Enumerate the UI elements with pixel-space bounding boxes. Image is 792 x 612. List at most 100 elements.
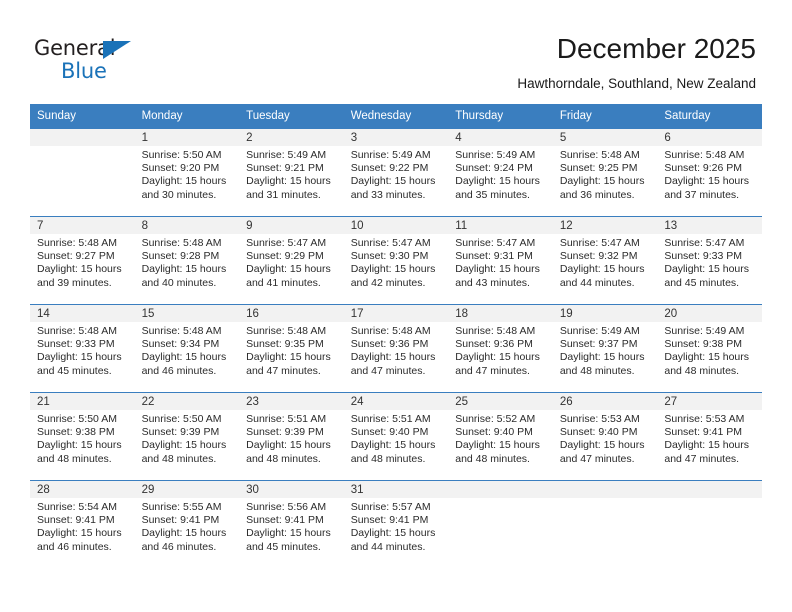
- day-sun-info: Sunrise: 5:47 AM Sunset: 9:31 PM Daylight:…: [455, 234, 547, 290]
- day-cell-body: 20 Sunrise: 5:49 AM Sunset: 9:38 PM Dayligh…: [657, 304, 762, 392]
- generalblue-logo[interactable]: General Blue: [34, 36, 174, 86]
- day-cell-body: 1 Sunrise: 5:50 AM Sunset: 9:20 PM Daylight…: [134, 128, 240, 216]
- day-info-line: Sunrise: 5:48 AM: [350, 325, 431, 337]
- calendar-day-cell[interactable]: 1 Sunrise: 5:50 AM Sunset: 9:20 PM Daylight…: [134, 128, 240, 216]
- day-info-line: and 45 minutes.: [246, 540, 321, 553]
- day-info-line: and 37 minutes.: [664, 188, 740, 201]
- day-info-line: Sunrise: 5:47 AM: [559, 237, 640, 249]
- day-info-line: Sunset: 9:21 PM: [246, 162, 324, 175]
- calendar-day-cell[interactable]: 21 Sunrise: 5:50 AM Sunset: 9:38 PM Dayligh…: [30, 392, 135, 480]
- calendar-day-cell[interactable]: 11 Sunrise: 5:47 AM Sunset: 9:31 PM Dayligh…: [448, 216, 553, 304]
- day-info-line: Daylight: 15 hours: [455, 175, 540, 188]
- day-sun-info: Sunrise: 5:48 AM Sunset: 9:28 PM Daylight:…: [142, 234, 234, 290]
- day-cell-body: 16 Sunrise: 5:48 AM Sunset: 9:35 PM Dayligh…: [239, 304, 344, 392]
- calendar-day-cell[interactable]: 12 Sunrise: 5:47 AM Sunset: 9:32 PM Dayligh…: [552, 216, 658, 304]
- day-info-line: Daylight: 15 hours: [37, 527, 122, 540]
- day-sun-info: [560, 498, 652, 501]
- day-number: 11: [448, 217, 553, 234]
- calendar-week-row: 28 Sunrise: 5:54 AM Sunset: 9:41 PM Dayligh…: [30, 480, 762, 568]
- day-number: 3: [343, 129, 449, 146]
- day-cell-body: 12 Sunrise: 5:47 AM Sunset: 9:32 PM Dayligh…: [552, 216, 658, 304]
- day-cell-content: 22 Sunrise: 5:50 AM Sunset: 9:39 PM Dayligh…: [134, 393, 240, 466]
- day-info-line: Sunset: 9:26 PM: [664, 162, 743, 175]
- day-cell-body: 3 Sunrise: 5:49 AM Sunset: 9:22 PM Daylight…: [343, 128, 449, 216]
- day-number: 13: [657, 217, 762, 234]
- calendar-day-cell[interactable]: 22 Sunrise: 5:50 AM Sunset: 9:39 PM Dayligh…: [134, 392, 240, 480]
- day-cell-content: 3 Sunrise: 5:49 AM Sunset: 9:22 PM Daylight…: [343, 129, 449, 202]
- day-sun-info: Sunrise: 5:50 AM Sunset: 9:38 PM Daylight:…: [37, 410, 129, 466]
- day-info-line: Sunset: 9:24 PM: [455, 162, 533, 175]
- day-info-line: Sunrise: 5:48 AM: [141, 237, 222, 249]
- logo-text-blue: Blue: [61, 59, 107, 83]
- day-cell-body: 7 Sunrise: 5:48 AM Sunset: 9:27 PM Daylight…: [30, 216, 135, 304]
- day-info-line: Sunset: 9:41 PM: [141, 514, 220, 527]
- calendar-day-cell[interactable]: 10 Sunrise: 5:47 AM Sunset: 9:30 PM Dayligh…: [343, 216, 449, 304]
- calendar-day-cell[interactable]: 26 Sunrise: 5:53 AM Sunset: 9:40 PM Dayligh…: [552, 392, 658, 480]
- calendar-day-cell[interactable]: 3 Sunrise: 5:49 AM Sunset: 9:22 PM Daylight…: [343, 128, 449, 216]
- day-cell-body: 5 Sunrise: 5:48 AM Sunset: 9:25 PM Daylight…: [552, 128, 658, 216]
- day-cell-content: 7 Sunrise: 5:48 AM Sunset: 9:27 PM Daylight…: [30, 217, 135, 290]
- day-info-line: Sunset: 9:39 PM: [246, 426, 324, 439]
- day-info-line: and 47 minutes.: [559, 452, 635, 465]
- calendar-day-cell[interactable]: 8 Sunrise: 5:48 AM Sunset: 9:28 PM Daylight…: [134, 216, 240, 304]
- calendar-day-cell[interactable]: 5 Sunrise: 5:48 AM Sunset: 9:25 PM Daylight…: [552, 128, 658, 216]
- day-info-line: and 47 minutes.: [455, 364, 530, 377]
- day-sun-info: Sunrise: 5:47 AM Sunset: 9:29 PM Daylight:…: [246, 234, 338, 290]
- logo-triangle-icon: [103, 41, 131, 59]
- day-info-line: Sunrise: 5:49 AM: [246, 149, 327, 161]
- calendar-day-cell[interactable]: 14 Sunrise: 5:48 AM Sunset: 9:33 PM Dayligh…: [30, 304, 135, 392]
- day-sun-info: Sunrise: 5:49 AM Sunset: 9:24 PM Daylight:…: [455, 146, 547, 202]
- day-info-line: Sunset: 9:38 PM: [664, 338, 743, 351]
- day-info-line: and 45 minutes.: [664, 276, 740, 289]
- calendar-day-cell[interactable]: 19 Sunrise: 5:49 AM Sunset: 9:37 PM Dayligh…: [552, 304, 658, 392]
- day-cell-content: 15 Sunrise: 5:48 AM Sunset: 9:34 PM Dayligh…: [134, 305, 240, 378]
- calendar-day-cell[interactable]: 13 Sunrise: 5:47 AM Sunset: 9:33 PM Dayligh…: [657, 216, 762, 304]
- day-cell-content: 6 Sunrise: 5:48 AM Sunset: 9:26 PM Daylight…: [657, 129, 762, 202]
- calendar-day-cell[interactable]: 30 Sunrise: 5:56 AM Sunset: 9:41 PM Dayligh…: [239, 480, 344, 568]
- day-cell-content: 13 Sunrise: 5:47 AM Sunset: 9:33 PM Dayligh…: [657, 217, 762, 290]
- calendar-day-cell[interactable]: 20 Sunrise: 5:49 AM Sunset: 9:38 PM Dayligh…: [657, 304, 762, 392]
- day-info-line: Daylight: 15 hours: [350, 351, 436, 364]
- calendar-day-cell[interactable]: 6 Sunrise: 5:48 AM Sunset: 9:26 PM Daylight…: [657, 128, 762, 216]
- day-cell-content: 1 Sunrise: 5:50 AM Sunset: 9:20 PM Daylight…: [134, 129, 240, 202]
- day-sun-info: Sunrise: 5:51 AM Sunset: 9:39 PM Daylight:…: [246, 410, 338, 466]
- calendar-day-cell[interactable]: 17 Sunrise: 5:48 AM Sunset: 9:36 PM Dayligh…: [343, 304, 449, 392]
- day-number: 10: [343, 217, 449, 234]
- day-sun-info: [455, 498, 547, 501]
- calendar-day-cell[interactable]: 4 Sunrise: 5:49 AM Sunset: 9:24 PM Daylight…: [448, 128, 553, 216]
- calendar-day-cell[interactable]: 23 Sunrise: 5:51 AM Sunset: 9:39 PM Dayligh…: [239, 392, 344, 480]
- calendar-day-cell[interactable]: 27 Sunrise: 5:53 AM Sunset: 9:41 PM Dayligh…: [657, 392, 762, 480]
- day-cell-content: 9 Sunrise: 5:47 AM Sunset: 9:29 PM Daylight…: [239, 217, 344, 290]
- day-sun-info: Sunrise: 5:57 AM Sunset: 9:41 PM Daylight:…: [351, 498, 443, 554]
- day-info-line: and 39 minutes.: [37, 276, 112, 289]
- day-info-line: Daylight: 15 hours: [559, 351, 645, 364]
- calendar-day-cell[interactable]: 18 Sunrise: 5:48 AM Sunset: 9:36 PM Dayligh…: [448, 304, 553, 392]
- calendar-day-cell[interactable]: 16 Sunrise: 5:48 AM Sunset: 9:35 PM Dayligh…: [239, 304, 344, 392]
- calendar-day-cell[interactable]: 15 Sunrise: 5:48 AM Sunset: 9:34 PM Dayligh…: [134, 304, 240, 392]
- day-sun-info: Sunrise: 5:48 AM Sunset: 9:34 PM Daylight:…: [142, 322, 234, 378]
- calendar-grid: Sunday Monday Tuesday Wednesday Thursday…: [30, 104, 762, 568]
- calendar-day-cell[interactable]: 28 Sunrise: 5:54 AM Sunset: 9:41 PM Dayligh…: [30, 480, 135, 568]
- calendar-day-cell[interactable]: 31 Sunrise: 5:57 AM Sunset: 9:41 PM Dayligh…: [343, 480, 449, 568]
- day-cell-content: [657, 481, 762, 501]
- calendar-day-cell[interactable]: 25 Sunrise: 5:52 AM Sunset: 9:40 PM Dayligh…: [448, 392, 553, 480]
- calendar-day-cell[interactable]: 24 Sunrise: 5:51 AM Sunset: 9:40 PM Dayligh…: [343, 392, 449, 480]
- day-cell-content: 5 Sunrise: 5:48 AM Sunset: 9:25 PM Daylight…: [552, 129, 658, 202]
- day-info-line: Daylight: 15 hours: [664, 351, 750, 364]
- weekday-header-saturday: Saturday: [657, 104, 762, 128]
- day-info-line: Sunrise: 5:49 AM: [664, 325, 745, 337]
- day-cell-body: 24 Sunrise: 5:51 AM Sunset: 9:40 PM Dayligh…: [343, 392, 449, 480]
- day-cell-body: 2 Sunrise: 5:49 AM Sunset: 9:21 PM Daylight…: [239, 128, 344, 216]
- day-sun-info: Sunrise: 5:51 AM Sunset: 9:40 PM Daylight:…: [351, 410, 443, 466]
- day-cell-body: 31 Sunrise: 5:57 AM Sunset: 9:41 PM Dayligh…: [343, 480, 449, 568]
- day-info-line: Sunset: 9:30 PM: [350, 250, 429, 263]
- day-number: 28: [30, 481, 135, 498]
- calendar-day-cell[interactable]: 7 Sunrise: 5:48 AM Sunset: 9:27 PM Daylight…: [30, 216, 135, 304]
- day-info-line: Sunrise: 5:57 AM: [350, 501, 431, 513]
- day-info-line: Sunrise: 5:56 AM: [246, 501, 327, 513]
- calendar-day-cell[interactable]: 9 Sunrise: 5:47 AM Sunset: 9:29 PM Daylight…: [239, 216, 344, 304]
- calendar-day-cell[interactable]: 2 Sunrise: 5:49 AM Sunset: 9:21 PM Daylight…: [239, 128, 344, 216]
- calendar-day-cell[interactable]: 29 Sunrise: 5:55 AM Sunset: 9:41 PM Dayligh…: [134, 480, 240, 568]
- day-sun-info: Sunrise: 5:56 AM Sunset: 9:41 PM Daylight:…: [246, 498, 338, 554]
- day-cell-body: 6 Sunrise: 5:48 AM Sunset: 9:26 PM Daylight…: [657, 128, 762, 216]
